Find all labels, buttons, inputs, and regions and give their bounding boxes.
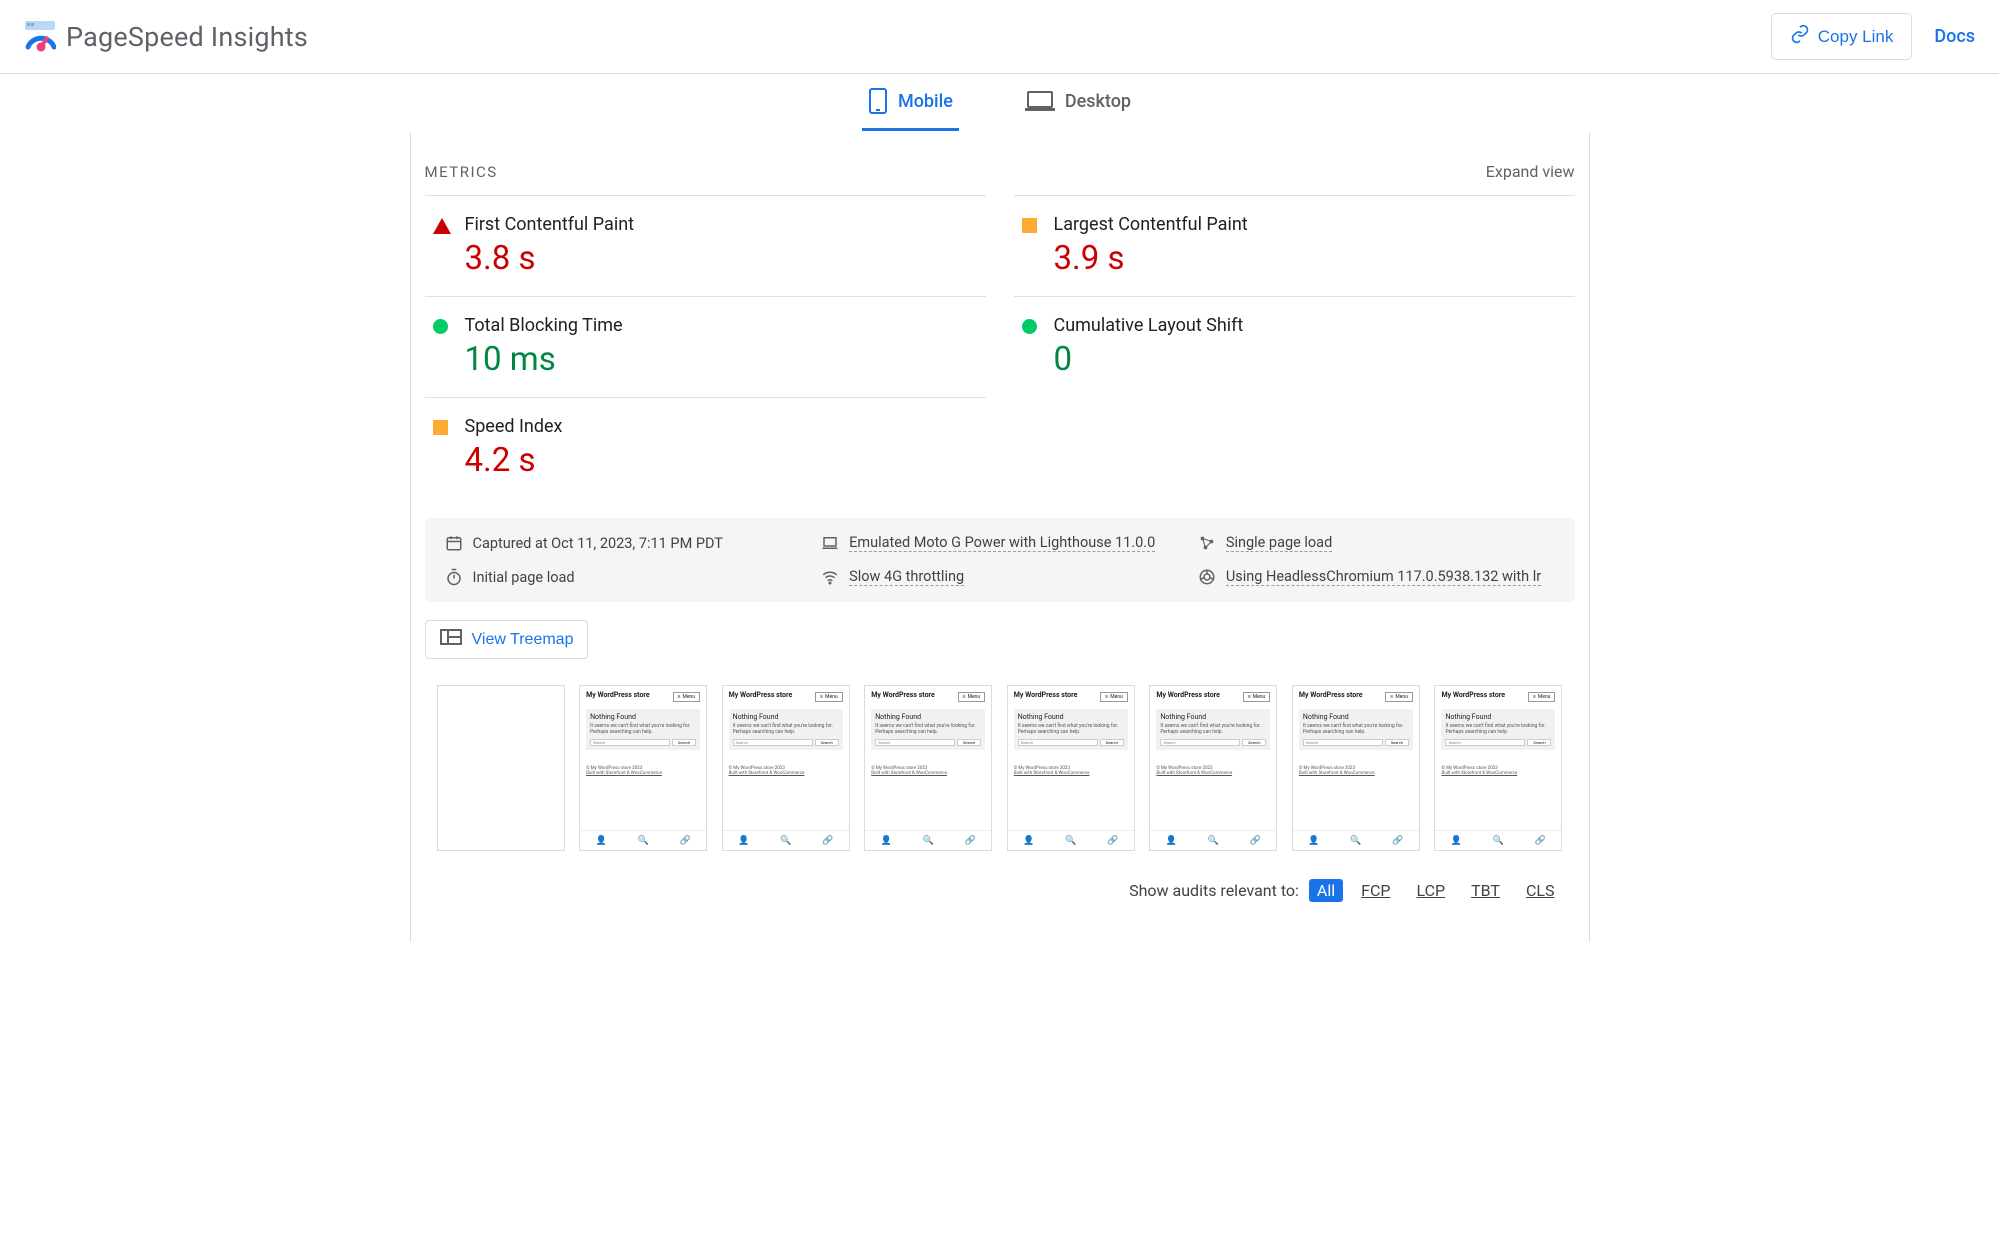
wifi-icon (821, 568, 839, 586)
filmstrip-frame: My WordPress store≡ Menu Nothing FoundIt… (1434, 685, 1562, 851)
tab-mobile-label: Mobile (898, 91, 953, 112)
network-icon (1198, 534, 1216, 552)
chrome-icon (1198, 568, 1216, 586)
report-main: METRICS Expand view First Contentful Pai… (410, 132, 1590, 942)
filmstrip: My WordPress store≡ Menu Nothing FoundIt… (411, 659, 1589, 851)
filmstrip-frame: My WordPress store≡ Menu Nothing FoundIt… (579, 685, 707, 851)
mobile-icon (868, 87, 888, 115)
expand-view-toggle[interactable]: Expand view (1486, 162, 1575, 181)
status-warn-icon (1022, 218, 1038, 234)
filter-chip-lcp[interactable]: LCP (1408, 879, 1453, 902)
filmstrip-frame: My WordPress store≡ Menu Nothing FoundIt… (1007, 685, 1135, 851)
metric-cls: Cumulative Layout Shift 0 (1014, 296, 1575, 397)
status-pass-icon (1022, 319, 1038, 335)
view-treemap-label: View Treemap (472, 631, 574, 649)
metric-label: Total Blocking Time (465, 315, 978, 336)
metrics-grid: First Contentful Paint 3.8 s Largest Con… (411, 195, 1589, 498)
metric-value: 4.2 s (465, 441, 978, 480)
laptop-icon (821, 534, 839, 552)
metric-tbt: Total Blocking Time 10 ms (425, 296, 986, 397)
desktop-icon (1025, 90, 1055, 112)
metric-si: Speed Index 4.2 s (425, 397, 986, 498)
view-treemap-button[interactable]: View Treemap (425, 620, 589, 659)
status-fail-icon (433, 218, 449, 234)
metric-label: Largest Contentful Paint (1054, 214, 1567, 235)
metrics-header: METRICS Expand view (411, 132, 1589, 195)
env-initial-load: Initial page load (445, 568, 802, 586)
env-single-load: Single page load (1198, 534, 1555, 552)
metric-value: 10 ms (465, 340, 978, 379)
pagespeed-logo-icon (24, 21, 56, 53)
app-header: PageSpeed Insights Copy Link Docs (0, 0, 1999, 74)
metric-value: 3.9 s (1054, 239, 1567, 278)
copy-link-label: Copy Link (1818, 27, 1894, 47)
metric-fcp: First Contentful Paint 3.8 s (425, 195, 986, 296)
env-captured: Captured at Oct 11, 2023, 7:11 PM PDT (445, 534, 802, 552)
filmstrip-frame: My WordPress store≡ Menu Nothing FoundIt… (722, 685, 850, 851)
metric-value: 0 (1054, 340, 1567, 379)
filter-label: Show audits relevant to: (1129, 881, 1299, 900)
filter-chip-fcp[interactable]: FCP (1353, 879, 1398, 902)
metrics-title: METRICS (425, 163, 498, 181)
tab-mobile[interactable]: Mobile (862, 74, 959, 131)
link-icon (1790, 24, 1810, 49)
metric-label: Cumulative Layout Shift (1054, 315, 1567, 336)
copy-link-button[interactable]: Copy Link (1771, 13, 1913, 60)
docs-link[interactable]: Docs (1934, 26, 1975, 47)
env-emulated: Emulated Moto G Power with Lighthouse 11… (821, 534, 1178, 552)
stopwatch-icon (445, 568, 463, 586)
calendar-icon (445, 534, 463, 552)
filter-chip-all[interactable]: All (1309, 879, 1343, 902)
header-right: Copy Link Docs (1771, 13, 1975, 60)
filmstrip-frame: My WordPress store≡ Menu Nothing FoundIt… (864, 685, 992, 851)
status-pass-icon (433, 319, 449, 335)
filter-chip-tbt[interactable]: TBT (1463, 879, 1508, 902)
metric-lcp: Largest Contentful Paint 3.9 s (1014, 195, 1575, 296)
audit-filter-row: Show audits relevant to: All FCP LCP TBT… (411, 851, 1589, 902)
tab-desktop[interactable]: Desktop (1019, 74, 1137, 131)
tab-desktop-label: Desktop (1065, 91, 1131, 112)
env-throttling: Slow 4G throttling (821, 568, 1178, 586)
treemap-icon (440, 629, 462, 650)
filter-chip-cls[interactable]: CLS (1518, 879, 1563, 902)
filmstrip-frame (437, 685, 565, 851)
metric-label: Speed Index (465, 416, 978, 437)
filmstrip-frame: My WordPress store≡ Menu Nothing FoundIt… (1292, 685, 1420, 851)
status-warn-icon (433, 420, 449, 436)
device-tabs: Mobile Desktop (0, 74, 1999, 132)
header-left: PageSpeed Insights (24, 21, 308, 53)
filmstrip-frame: My WordPress store≡ Menu Nothing FoundIt… (1149, 685, 1277, 851)
env-browser: Using HeadlessChromium 117.0.5938.132 wi… (1198, 568, 1555, 586)
metric-value: 3.8 s (465, 239, 978, 278)
metric-label: First Contentful Paint (465, 214, 978, 235)
environment-box: Captured at Oct 11, 2023, 7:11 PM PDT Em… (425, 518, 1575, 602)
app-title: PageSpeed Insights (66, 21, 308, 53)
